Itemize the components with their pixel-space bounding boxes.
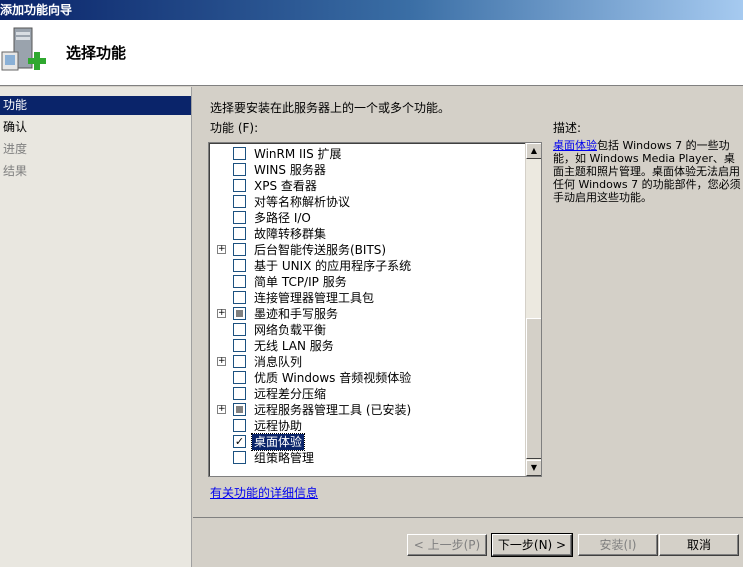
feature-row[interactable]: 多路径 I/O xyxy=(209,210,525,226)
expand-icon[interactable]: + xyxy=(217,405,226,414)
feature-checkbox[interactable] xyxy=(233,147,246,160)
feature-row[interactable]: XPS 查看器 xyxy=(209,178,525,194)
step-label: 进度 xyxy=(3,142,28,156)
feature-label: 基于 UNIX 的应用程序子系统 xyxy=(254,259,412,273)
feature-label: 无线 LAN 服务 xyxy=(254,339,334,353)
wizard-steps: 功能 确认 进度 结果 xyxy=(0,87,192,567)
feature-checkbox[interactable]: ✓ xyxy=(233,435,246,448)
features-tree[interactable]: WinRM IIS 扩展 WINS 服务器 XPS 查看器对等名称解析协议 多路径 I… xyxy=(208,142,542,477)
step-label: 结果 xyxy=(3,164,28,178)
feature-row[interactable]: 故障转移群集 xyxy=(209,226,525,242)
feature-label: 连接管理器管理工具包 xyxy=(254,291,375,305)
feature-label: 桌面体验 xyxy=(250,433,306,451)
step-results: 结果 xyxy=(0,162,191,181)
feature-row[interactable]: 对等名称解析协议 xyxy=(209,194,525,210)
feature-checkbox[interactable] xyxy=(233,371,246,384)
feature-label: 优质 Windows 音频视频体验 xyxy=(254,371,412,385)
feature-label: 后台智能传送服务(BITS) xyxy=(254,243,387,257)
feature-row[interactable]: 网络负载平衡 xyxy=(209,322,525,338)
expand-icon[interactable]: + xyxy=(217,309,226,318)
step-progress: 进度 xyxy=(0,140,191,159)
feature-label: 简单 TCP/IP 服务 xyxy=(254,275,347,289)
feature-label: XPS 查看器 xyxy=(254,179,317,193)
feature-checkbox[interactable] xyxy=(233,323,246,336)
feature-label: 网络负载平衡 xyxy=(254,323,327,337)
scroll-thumb[interactable] xyxy=(526,318,541,459)
cancel-button[interactable]: 取消 xyxy=(659,534,739,556)
step-features[interactable]: 功能 xyxy=(0,96,191,115)
feature-checkbox[interactable] xyxy=(233,403,246,416)
feature-checkbox[interactable] xyxy=(233,339,246,352)
feature-row[interactable]: 远程差分压缩 xyxy=(209,386,525,402)
feature-label: 组策略管理 xyxy=(254,451,315,465)
feature-checkbox[interactable] xyxy=(233,195,246,208)
feature-checkbox[interactable] xyxy=(233,163,246,176)
install-button[interactable]: 安装(I) xyxy=(578,534,658,556)
instruction-text: 选择要安装在此服务器上的一个或多个功能。 xyxy=(210,101,451,115)
arrow-up-icon: ▲ xyxy=(530,146,538,155)
features-scrollbar[interactable]: ▲ ▼ xyxy=(525,143,541,476)
previous-button[interactable]: < 上一步(P) xyxy=(407,534,487,556)
wizard-header: 选择功能 xyxy=(0,20,743,86)
feature-label: 远程差分压缩 xyxy=(254,387,327,401)
step-label: 确认 xyxy=(3,120,28,134)
page-title: 选择功能 xyxy=(66,44,127,62)
description-text: 桌面体验包括 Windows 7 的一些功能，如 Windows Media P… xyxy=(553,139,743,204)
window-title-bar[interactable]: 添加功能向导 xyxy=(0,0,743,20)
feature-label: 故障转移群集 xyxy=(254,227,327,241)
description-label: 描述: xyxy=(553,121,582,135)
scroll-up-button[interactable]: ▲ xyxy=(526,143,541,159)
scroll-down-button[interactable]: ▼ xyxy=(526,460,541,476)
feature-row[interactable]: 无线 LAN 服务 xyxy=(209,338,525,354)
feature-label: 多路径 I/O xyxy=(254,211,311,225)
feature-label: 对等名称解析协议 xyxy=(254,195,351,209)
feature-checkbox[interactable] xyxy=(233,451,246,464)
feature-row[interactable]: ✓ 桌面体验 xyxy=(209,433,525,451)
feature-row[interactable]: WinRM IIS 扩展 xyxy=(209,146,525,162)
feature-row[interactable]: + 消息队列 xyxy=(209,354,525,370)
feature-checkbox[interactable] xyxy=(233,387,246,400)
feature-row[interactable]: WINS 服务器 xyxy=(209,162,525,178)
feature-checkbox[interactable] xyxy=(233,179,246,192)
arrow-down-icon: ▼ xyxy=(530,463,538,472)
expand-icon[interactable]: + xyxy=(217,357,226,366)
main-content: 选择要安装在此服务器上的一个或多个功能。 功能 (F): WinRM IIS 扩… xyxy=(193,87,743,517)
features-label: 功能 (F): xyxy=(210,121,259,135)
feature-row[interactable]: 远程协助 xyxy=(209,418,525,434)
feature-row[interactable]: + 后台智能传送服务(BITS) xyxy=(209,242,525,258)
feature-row[interactable]: 优质 Windows 音频视频体验 xyxy=(209,370,525,386)
feature-checkbox[interactable] xyxy=(233,275,246,288)
feature-checkbox[interactable] xyxy=(233,355,246,368)
wizard-footer: < 上一步(P) 下一步(N) > 安装(I) 取消 xyxy=(193,517,743,567)
feature-checkbox[interactable] xyxy=(233,259,246,272)
feature-row[interactable]: + 远程服务器管理工具 (已安装) xyxy=(209,402,525,418)
feature-checkbox[interactable] xyxy=(233,211,246,224)
feature-checkbox[interactable] xyxy=(233,307,246,320)
description-link[interactable]: 桌面体验 xyxy=(553,139,597,152)
step-confirm[interactable]: 确认 xyxy=(0,118,191,137)
feature-checkbox[interactable] xyxy=(233,291,246,304)
feature-checkbox[interactable] xyxy=(233,419,246,432)
next-button[interactable]: 下一步(N) > xyxy=(491,533,573,557)
feature-label: 消息队列 xyxy=(254,355,303,369)
feature-checkbox[interactable] xyxy=(233,243,246,256)
feature-row[interactable]: 组策略管理 xyxy=(209,450,525,466)
feature-row[interactable]: + 墨迹和手写服务 xyxy=(209,306,525,322)
feature-label: 墨迹和手写服务 xyxy=(254,307,339,321)
feature-row[interactable]: 连接管理器管理工具包 xyxy=(209,290,525,306)
feature-label: WinRM IIS 扩展 xyxy=(254,147,342,161)
more-info-link[interactable]: 有关功能的详细信息 xyxy=(210,484,318,501)
feature-label: 远程协助 xyxy=(254,419,303,433)
feature-label: 远程服务器管理工具 (已安装) xyxy=(254,403,412,417)
feature-checkbox[interactable] xyxy=(233,227,246,240)
feature-label: WINS 服务器 xyxy=(254,163,326,177)
expand-icon[interactable]: + xyxy=(217,245,226,254)
window-title: 添加功能向导 xyxy=(0,3,73,17)
step-label: 功能 xyxy=(3,98,28,112)
server-add-icon xyxy=(0,26,50,78)
feature-row[interactable]: 基于 UNIX 的应用程序子系统 xyxy=(209,258,525,274)
feature-row[interactable]: 简单 TCP/IP 服务 xyxy=(209,274,525,290)
